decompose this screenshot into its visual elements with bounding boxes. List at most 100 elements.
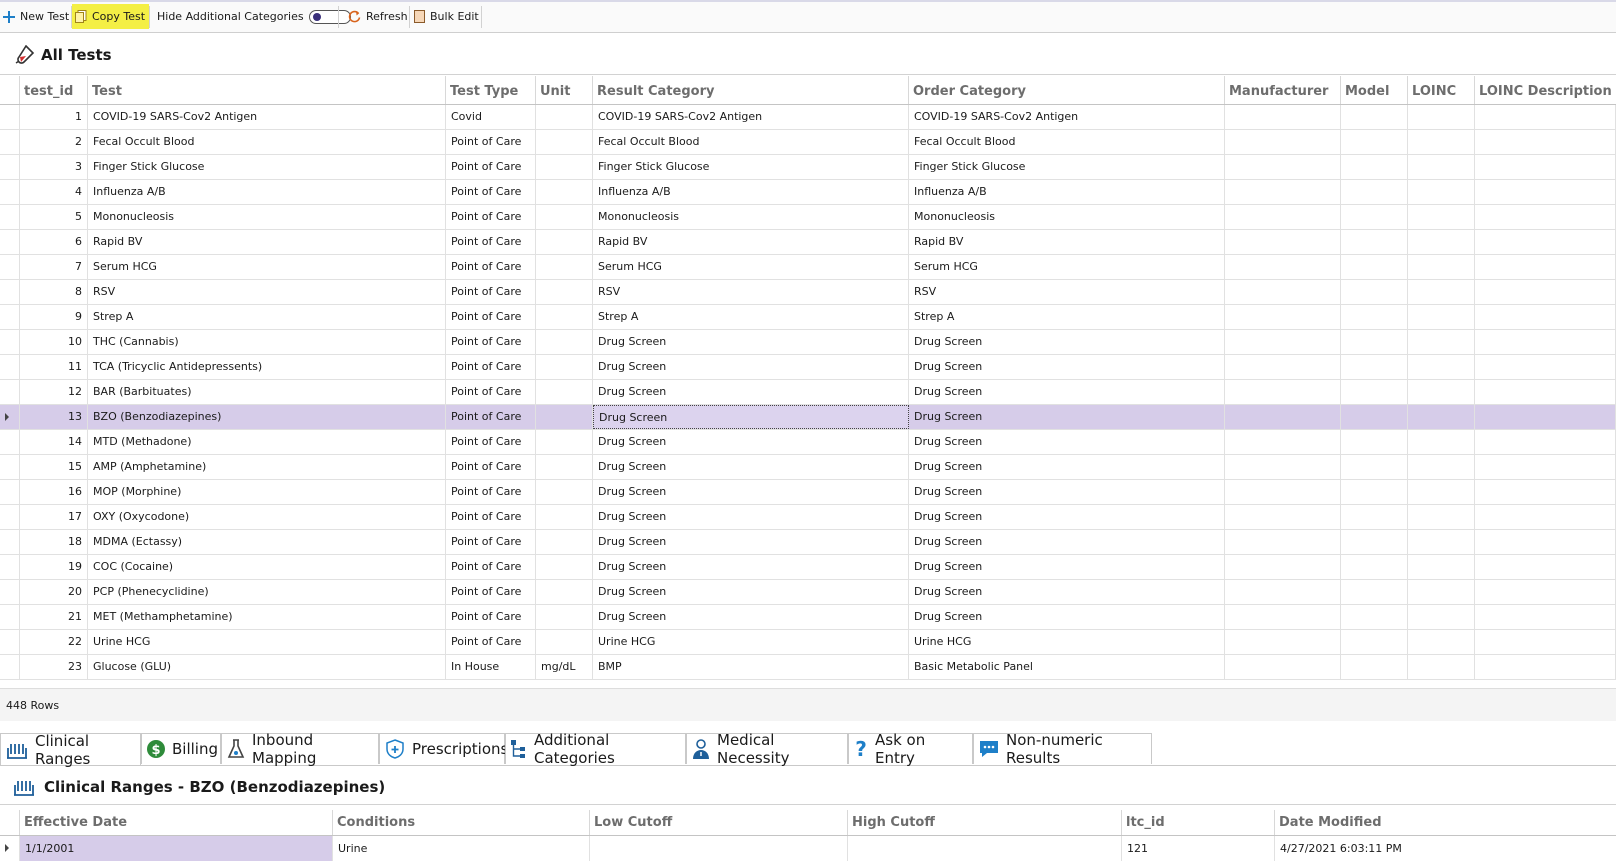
cell-loinc[interactable] — [1408, 555, 1475, 579]
cell-test-type[interactable]: Point of Care — [446, 280, 536, 304]
col-date-modified[interactable]: Date Modified — [1275, 810, 1616, 835]
table-row[interactable]: 2 Fecal Occult Blood Point of Care Fecal Oc… — [0, 130, 1616, 155]
cell-manufacturer[interactable] — [1225, 430, 1341, 454]
cell-order-category[interactable]: Drug Screen — [909, 480, 1225, 504]
col-test[interactable]: Test — [88, 76, 446, 104]
cell-result-category[interactable]: Drug Screen — [593, 605, 909, 629]
cell-model[interactable] — [1341, 355, 1408, 379]
cell-loinc-description[interactable] — [1475, 155, 1616, 179]
cell-test-type[interactable]: Point of Care — [446, 355, 536, 379]
cell-unit[interactable] — [536, 455, 593, 479]
cell-test[interactable]: Rapid BV — [88, 230, 446, 254]
cell-unit[interactable] — [536, 355, 593, 379]
table-row[interactable]: 16 MOP (Morphine) Point of Care Drug Screen… — [0, 480, 1616, 505]
cell-test-type[interactable]: Point of Care — [446, 480, 536, 504]
cell-model[interactable] — [1341, 480, 1408, 504]
cell-model[interactable] — [1341, 130, 1408, 154]
cell-model[interactable] — [1341, 205, 1408, 229]
cell-manufacturer[interactable] — [1225, 555, 1341, 579]
cell-test-type[interactable]: Point of Care — [446, 630, 536, 654]
cell-test[interactable]: MOP (Morphine) — [88, 480, 446, 504]
cell-test-type[interactable]: In House — [446, 655, 536, 679]
table-row[interactable]: 17 OXY (Oxycodone) Point of Care Drug Scree… — [0, 505, 1616, 530]
cell-manufacturer[interactable] — [1225, 405, 1341, 429]
cell-test-id[interactable]: 7 — [20, 255, 88, 279]
table-row[interactable]: 13 BZO (Benzodiazepines) Point of Care Drug… — [0, 405, 1616, 430]
copy-test-button[interactable]: Copy Test — [72, 4, 149, 29]
cell-manufacturer[interactable] — [1225, 480, 1341, 504]
cell-loinc[interactable] — [1408, 480, 1475, 504]
cell-test[interactable]: Finger Stick Glucose — [88, 155, 446, 179]
cell-conditions[interactable]: Urine — [333, 836, 590, 861]
table-row[interactable]: 4 Influenza A/B Point of Care Influenza A/B… — [0, 180, 1616, 205]
cell-loinc[interactable] — [1408, 280, 1475, 304]
table-row[interactable]: 11 TCA (Tricyclic Antidepressents) Point o… — [0, 355, 1616, 380]
cell-test[interactable]: RSV — [88, 280, 446, 304]
cell-test[interactable]: Influenza A/B — [88, 180, 446, 204]
cell-order-category[interactable]: COVID-19 SARS-Cov2 Antigen — [909, 105, 1225, 129]
col-test-id[interactable]: test_id — [20, 76, 88, 104]
table-row[interactable]: 12 BAR (Barbituates) Point of Care Drug Scr… — [0, 380, 1616, 405]
col-ltc-id[interactable]: ltc_id — [1122, 810, 1275, 835]
cell-test-id[interactable]: 12 — [20, 380, 88, 404]
cell-loinc-description[interactable] — [1475, 430, 1616, 454]
cell-manufacturer[interactable] — [1225, 205, 1341, 229]
new-test-button[interactable]: New Test — [3, 4, 69, 29]
cell-order-category[interactable]: Drug Screen — [909, 380, 1225, 404]
cell-unit[interactable] — [536, 305, 593, 329]
cell-unit[interactable] — [536, 530, 593, 554]
cell-test-id[interactable]: 2 — [20, 130, 88, 154]
cell-loinc-description[interactable] — [1475, 205, 1616, 229]
cell-result-category[interactable]: Drug Screen — [593, 430, 909, 454]
cell-loinc[interactable] — [1408, 330, 1475, 354]
cell-test[interactable]: Strep A — [88, 305, 446, 329]
cell-order-category[interactable]: RSV — [909, 280, 1225, 304]
cell-model[interactable] — [1341, 655, 1408, 679]
cell-unit[interactable] — [536, 605, 593, 629]
cell-test-id[interactable]: 3 — [20, 155, 88, 179]
cell-manufacturer[interactable] — [1225, 505, 1341, 529]
cell-loinc-description[interactable] — [1475, 530, 1616, 554]
cell-manufacturer[interactable] — [1225, 230, 1341, 254]
cell-result-category[interactable]: Drug Screen — [593, 530, 909, 554]
cell-test-id[interactable]: 6 — [20, 230, 88, 254]
tab-billing[interactable]: $ Billing — [141, 733, 221, 764]
cell-test-type[interactable]: Point of Care — [446, 555, 536, 579]
cell-test-id[interactable]: 15 — [20, 455, 88, 479]
table-row[interactable]: 22 Urine HCG Point of Care Urine HCG Urine H… — [0, 630, 1616, 655]
cell-high-cutoff[interactable] — [848, 836, 1122, 861]
cell-test-type[interactable]: Point of Care — [446, 205, 536, 229]
cell-loinc[interactable] — [1408, 205, 1475, 229]
cell-manufacturer[interactable] — [1225, 580, 1341, 604]
col-conditions[interactable]: Conditions — [333, 810, 590, 835]
cell-test-type[interactable]: Point of Care — [446, 380, 536, 404]
cell-loinc-description[interactable] — [1475, 405, 1616, 429]
table-row[interactable]: 10 THC (Cannabis) Point of Care Drug Screen… — [0, 330, 1616, 355]
cell-test-type[interactable]: Point of Care — [446, 580, 536, 604]
col-order-category[interactable]: Order Category — [909, 76, 1225, 104]
cell-test-id[interactable]: 18 — [20, 530, 88, 554]
cell-unit[interactable] — [536, 130, 593, 154]
cell-model[interactable] — [1341, 230, 1408, 254]
cell-test-id[interactable]: 20 — [20, 580, 88, 604]
cell-test[interactable]: PCP (Phenecyclidine) — [88, 580, 446, 604]
cell-test[interactable]: TCA (Tricyclic Antidepressents) — [88, 355, 446, 379]
cell-order-category[interactable]: Drug Screen — [909, 580, 1225, 604]
cell-manufacturer[interactable] — [1225, 605, 1341, 629]
cell-unit[interactable] — [536, 380, 593, 404]
tab-ask-on-entry[interactable]: ? Ask on Entry — [848, 731, 973, 767]
cell-test-id[interactable]: 17 — [20, 505, 88, 529]
tab-clinical-ranges[interactable]: Clinical Ranges — [0, 732, 141, 768]
cell-loinc-description[interactable] — [1475, 255, 1616, 279]
cell-test-type[interactable]: Point of Care — [446, 180, 536, 204]
table-row[interactable]: 20 PCP (Phenecyclidine) Point of Care Drug … — [0, 580, 1616, 605]
cell-result-category[interactable]: Urine HCG — [593, 630, 909, 654]
table-row[interactable]: 9 Strep A Point of Care Strep A Strep A — [0, 305, 1616, 330]
cell-unit[interactable] — [536, 205, 593, 229]
cell-loinc[interactable] — [1408, 380, 1475, 404]
cell-model[interactable] — [1341, 280, 1408, 304]
cell-model[interactable] — [1341, 580, 1408, 604]
cell-result-category[interactable]: Strep A — [593, 305, 909, 329]
cell-model[interactable] — [1341, 380, 1408, 404]
cell-loinc[interactable] — [1408, 230, 1475, 254]
